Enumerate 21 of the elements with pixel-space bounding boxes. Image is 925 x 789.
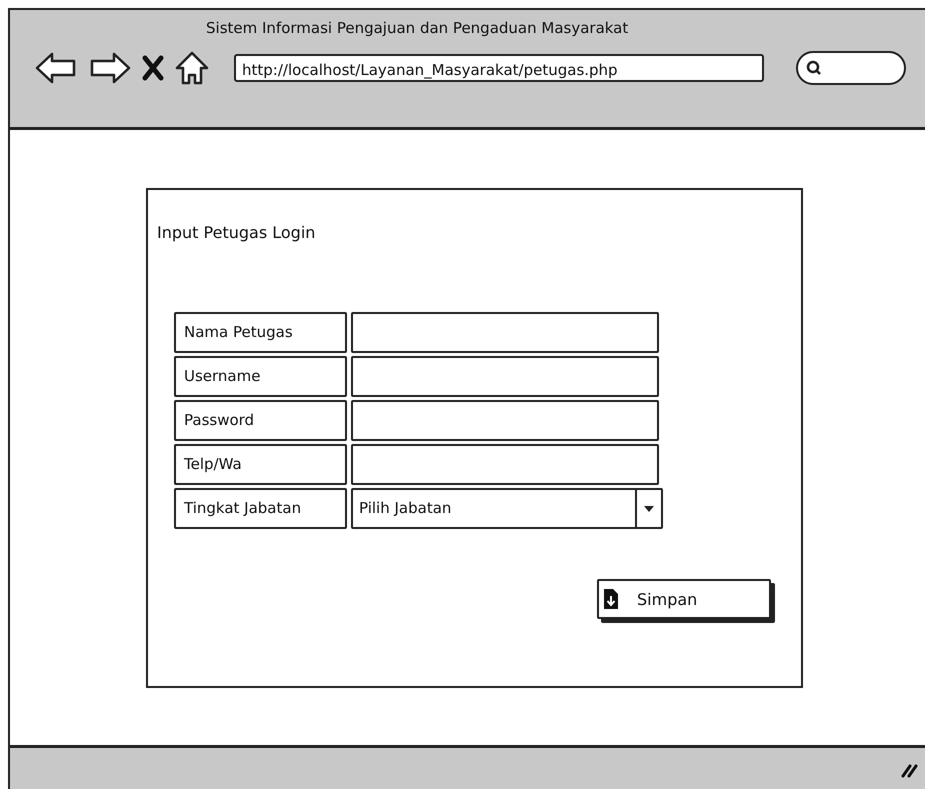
field-label: Telp/Wa	[174, 444, 347, 485]
close-icon[interactable]	[142, 55, 164, 81]
field-label: Tingkat Jabatan	[174, 488, 347, 529]
caret-icon	[643, 504, 655, 512]
search-field[interactable]	[796, 51, 906, 85]
window-title: Sistem Informasi Pengajuan dan Pengaduan Masyarakat	[205, 18, 628, 38]
file-download-icon	[603, 588, 619, 610]
field-label: Username	[174, 356, 347, 397]
input-field[interactable]	[351, 400, 659, 441]
back-icon[interactable]	[34, 50, 78, 86]
search-icon	[806, 60, 822, 76]
home-icon[interactable]	[174, 50, 210, 86]
input-field[interactable]	[351, 312, 659, 353]
form-title: Input Petugas Login	[157, 223, 316, 242]
field-label: Nama Petugas	[174, 312, 347, 353]
dropdown[interactable]: Pilih Jabatan	[351, 488, 663, 529]
field-label: Password	[174, 400, 347, 441]
address-bar[interactable]: http://localhost/Layanan_Masyarakat/petugas.php	[234, 54, 764, 82]
input-field[interactable]	[351, 444, 659, 485]
input-field[interactable]	[351, 356, 659, 397]
forward-icon[interactable]	[88, 50, 132, 86]
